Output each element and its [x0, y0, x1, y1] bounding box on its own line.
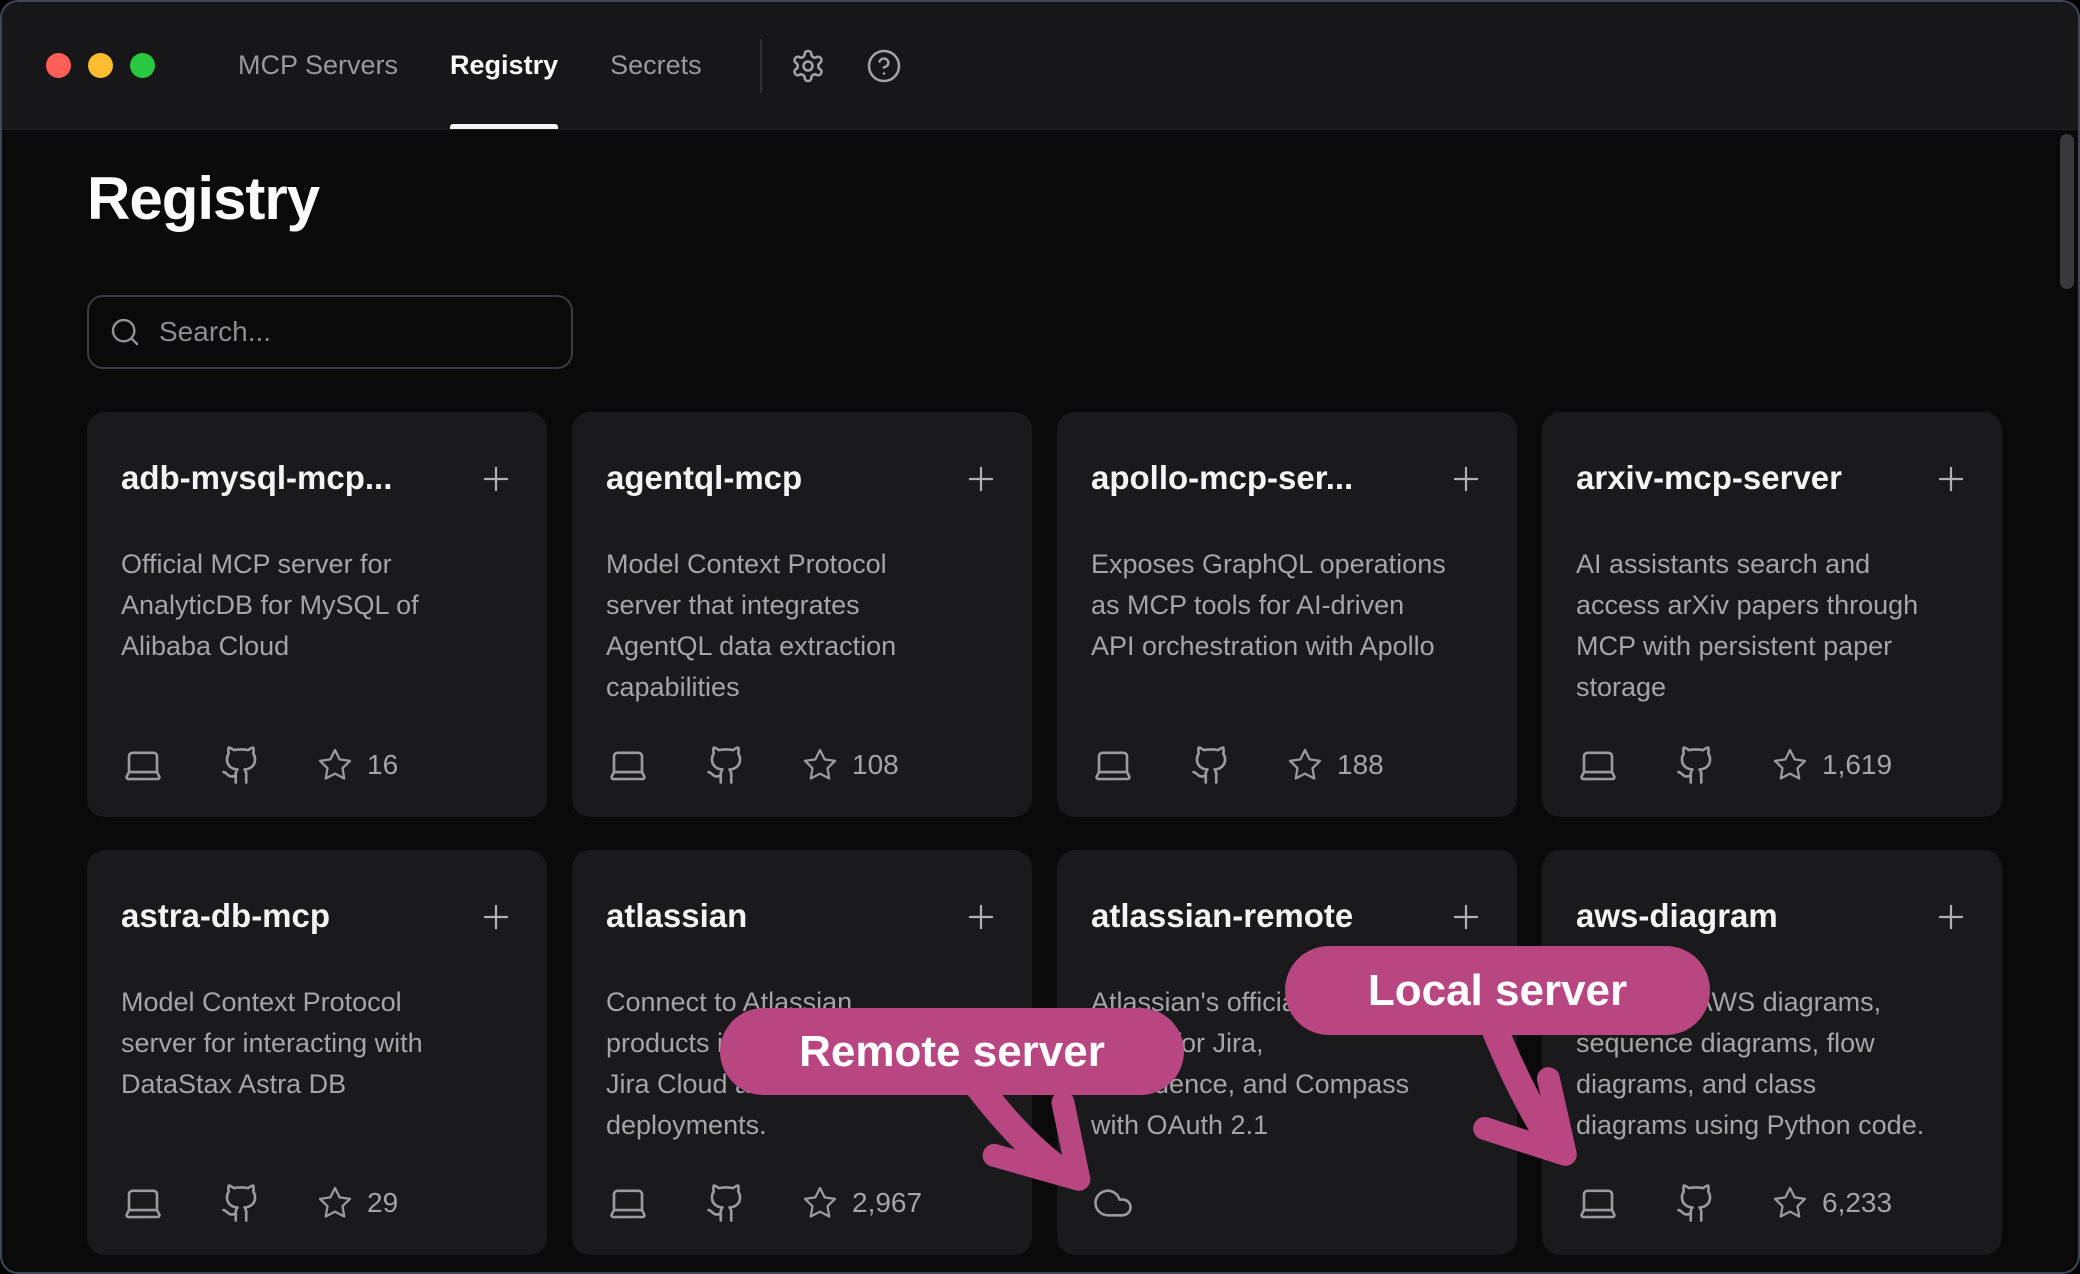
server-description: Generate AWS diagrams, sequence diagrams… — [1576, 982, 1968, 1146]
tab-secrets[interactable]: Secrets — [610, 2, 702, 129]
github-icon[interactable] — [704, 1181, 748, 1225]
server-description: Atlassian's official MCP server for Jira… — [1091, 982, 1483, 1146]
server-description: Exposes GraphQL operations as MCP tools … — [1091, 544, 1483, 667]
github-icon[interactable] — [1674, 1181, 1718, 1225]
add-server-button[interactable] — [475, 458, 517, 500]
server-name: adb-mysql-mcp... — [121, 456, 513, 500]
server-name: astra-db-mcp — [121, 894, 513, 938]
server-name: atlassian — [606, 894, 998, 938]
server-description: AI assistants search and access arXiv pa… — [1576, 544, 1968, 708]
laptop-icon — [121, 1181, 165, 1225]
help-button[interactable] — [864, 46, 904, 86]
star-count: 188 — [1287, 747, 1384, 783]
star-count: 29 — [317, 1185, 398, 1221]
star-icon — [1287, 747, 1323, 783]
add-server-button[interactable] — [1445, 458, 1487, 500]
plus-icon — [962, 460, 1000, 498]
server-card-footer: 16 — [121, 743, 513, 787]
star-icon — [802, 1185, 838, 1221]
add-server-button[interactable] — [1930, 896, 1972, 938]
server-description: Model Context Protocol server for intera… — [121, 982, 513, 1105]
star-icon — [802, 747, 838, 783]
laptop-icon — [1576, 1181, 1620, 1225]
tab-registry[interactable]: Registry — [450, 2, 558, 129]
server-name: agentql-mcp — [606, 456, 998, 500]
registry-grid: adb-mysql-mcp... Official MCP server for… — [87, 412, 2002, 1255]
server-name: atlassian-remote — [1091, 894, 1483, 938]
app-window: MCP Servers Registry Secrets Registry ad… — [0, 0, 2080, 1274]
server-card-footer: 2,967 — [606, 1181, 998, 1225]
server-card[interactable]: atlassian Connect to Atlassian products … — [572, 850, 1032, 1255]
main-nav: MCP Servers Registry Secrets — [238, 2, 702, 129]
tab-mcp-servers[interactable]: MCP Servers — [238, 2, 398, 129]
add-server-button[interactable] — [960, 458, 1002, 500]
server-card-footer: 29 — [121, 1181, 513, 1225]
search-box — [87, 295, 573, 369]
add-server-button[interactable] — [960, 896, 1002, 938]
scrollbar-thumb[interactable] — [2060, 134, 2074, 289]
server-description: Official MCP server for AnalyticDB for M… — [121, 544, 513, 667]
help-icon — [866, 48, 902, 84]
star-count: 2,967 — [802, 1185, 922, 1221]
plus-icon — [1447, 898, 1485, 936]
star-icon — [1772, 747, 1808, 783]
github-icon[interactable] — [219, 1181, 263, 1225]
plus-icon — [962, 898, 1000, 936]
server-card-footer — [1091, 1181, 1483, 1225]
minimize-window-button[interactable] — [88, 53, 113, 78]
server-card[interactable]: apollo-mcp-ser... Exposes GraphQL operat… — [1057, 412, 1517, 817]
plus-icon — [1932, 460, 1970, 498]
search-input[interactable] — [159, 316, 551, 348]
gear-icon — [790, 48, 826, 84]
laptop-icon — [1576, 743, 1620, 787]
laptop-icon — [606, 743, 650, 787]
add-server-button[interactable] — [475, 896, 517, 938]
server-card-footer: 6,233 — [1576, 1181, 1968, 1225]
search-icon — [109, 316, 141, 348]
title-bar: MCP Servers Registry Secrets — [2, 2, 2078, 130]
server-name: arxiv-mcp-server — [1576, 456, 1968, 500]
server-card[interactable]: aws-diagram Generate AWS diagrams, seque… — [1542, 850, 2002, 1255]
nav-divider — [760, 39, 762, 93]
zoom-window-button[interactable] — [130, 53, 155, 78]
cloud-icon — [1091, 1181, 1135, 1225]
server-card[interactable]: adb-mysql-mcp... Official MCP server for… — [87, 412, 547, 817]
github-icon[interactable] — [1674, 743, 1718, 787]
plus-icon — [1932, 898, 1970, 936]
laptop-icon — [1091, 743, 1135, 787]
settings-button[interactable] — [788, 46, 828, 86]
github-icon[interactable] — [1189, 743, 1233, 787]
page-title: Registry — [87, 166, 319, 232]
star-count: 108 — [802, 747, 899, 783]
server-card-footer: 188 — [1091, 743, 1483, 787]
server-description: Connect to Atlassian products including … — [606, 982, 998, 1146]
server-name: apollo-mcp-ser... — [1091, 456, 1483, 500]
star-count: 1,619 — [1772, 747, 1892, 783]
star-icon — [317, 747, 353, 783]
star-count: 6,233 — [1772, 1185, 1892, 1221]
add-server-button[interactable] — [1930, 458, 1972, 500]
github-icon[interactable] — [219, 743, 263, 787]
star-icon — [1772, 1185, 1808, 1221]
server-card-footer: 108 — [606, 743, 998, 787]
add-server-button[interactable] — [1445, 896, 1487, 938]
laptop-icon — [606, 1181, 650, 1225]
plus-icon — [477, 460, 515, 498]
server-name: aws-diagram — [1576, 894, 1968, 938]
star-icon — [317, 1185, 353, 1221]
traffic-lights — [2, 2, 155, 129]
star-count: 16 — [317, 747, 398, 783]
close-window-button[interactable] — [46, 53, 71, 78]
server-card[interactable]: arxiv-mcp-server AI assistants search an… — [1542, 412, 2002, 817]
github-icon[interactable] — [704, 743, 748, 787]
server-card[interactable]: astra-db-mcp Model Context Protocol serv… — [87, 850, 547, 1255]
server-card[interactable]: atlassian-remote Atlassian's official MC… — [1057, 850, 1517, 1255]
plus-icon — [1447, 460, 1485, 498]
plus-icon — [477, 898, 515, 936]
server-card-footer: 1,619 — [1576, 743, 1968, 787]
laptop-icon — [121, 743, 165, 787]
server-description: Model Context Protocol server that integ… — [606, 544, 998, 708]
server-card[interactable]: agentql-mcp Model Context Protocol serve… — [572, 412, 1032, 817]
